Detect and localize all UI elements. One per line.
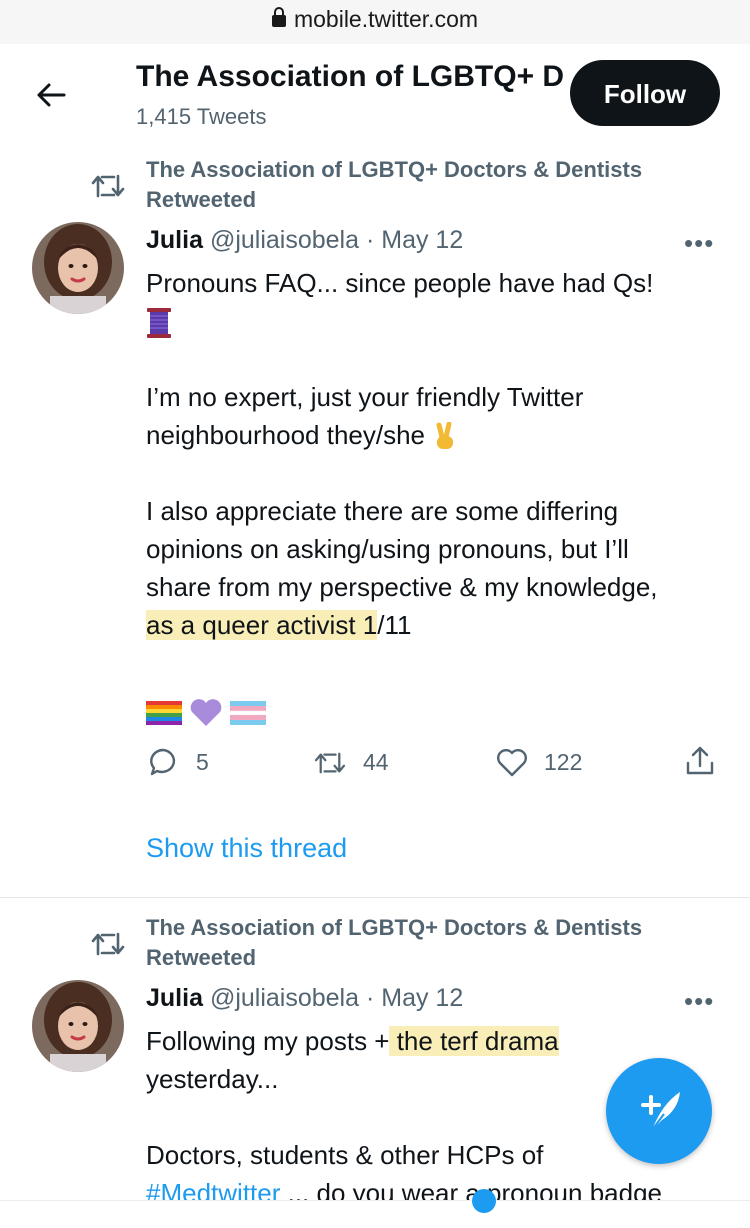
tweet-header: Julia @juliaisobela · May 12	[146, 984, 463, 1013]
highlighted-text: as a queer activist 1	[146, 610, 378, 640]
tweet-line: opinions on asking/using pronouns, but I…	[146, 534, 629, 564]
tweet-line: /11	[377, 610, 412, 640]
retweet-icon	[91, 932, 125, 956]
purple-heart-icon	[190, 699, 222, 727]
lock-icon	[271, 7, 286, 27]
tweet-line: Following my posts +	[146, 1026, 390, 1056]
tweet-date[interactable]: May 12	[381, 984, 463, 1012]
victory-hand-icon	[436, 422, 454, 450]
profile-title: The Association of LGBTQ+ D	[136, 60, 565, 93]
avatar[interactable]	[32, 222, 124, 314]
follow-button[interactable]: Follow	[570, 60, 720, 126]
show-thread-link[interactable]: Show this thread	[146, 833, 347, 864]
tweet-line: Pronouns FAQ... since people have had Qs…	[146, 268, 654, 298]
tweet-line: share from my perspective & my knowledge…	[146, 572, 658, 602]
tweet-line: I’m no expert, just your friendly Twitte…	[146, 382, 584, 412]
retweet-icon	[91, 174, 125, 198]
author-handle[interactable]: @juliaisobela	[210, 226, 359, 254]
tweet-header: Julia @juliaisobela · May 12	[146, 226, 463, 255]
divider	[0, 897, 750, 898]
retweet-count: 44	[363, 749, 389, 775]
author-name[interactable]: Julia	[146, 226, 203, 254]
share-icon[interactable]	[684, 745, 716, 777]
tweet-date[interactable]: May 12	[381, 226, 463, 254]
bottom-nav-bar	[0, 1189, 750, 1228]
tweet-line: I also appreciate there are some differi…	[146, 496, 619, 526]
back-arrow-icon[interactable]	[34, 78, 68, 112]
url-text: mobile.twitter.com	[293, 6, 479, 32]
like-count: 122	[544, 749, 583, 775]
notification-dot-icon	[472, 1189, 496, 1213]
transgender-flag-icon	[230, 701, 267, 726]
reply-icon[interactable]	[148, 747, 178, 777]
compose-tweet-icon	[641, 1092, 680, 1131]
rainbow-flag-icon	[146, 701, 182, 726]
separator: ·	[365, 984, 375, 1012]
author-handle[interactable]: @juliaisobela	[210, 984, 359, 1012]
browser-url-bar[interactable]: mobile.twitter.com	[0, 0, 750, 45]
retweet-action-icon[interactable]	[313, 750, 347, 776]
more-options-icon[interactable]: •••	[684, 228, 714, 259]
author-name[interactable]: Julia	[146, 984, 203, 1012]
avatar[interactable]	[32, 980, 124, 1072]
tweet-text: Pronouns FAQ... since people have had Qs…	[146, 264, 716, 740]
like-heart-icon[interactable]	[496, 748, 528, 778]
reply-count: 5	[196, 749, 209, 775]
retweeted-by-label[interactable]: The Association of LGBTQ+ Doctors & Dent…	[146, 913, 726, 973]
compose-tweet-button[interactable]	[606, 1058, 712, 1164]
retweeted-by-label[interactable]: The Association of LGBTQ+ Doctors & Dent…	[146, 155, 726, 215]
tweet-count: 1,415 Tweets	[136, 104, 267, 129]
separator: ·	[365, 226, 375, 254]
tweet-line: neighbourhood they/she	[146, 420, 426, 450]
highlighted-text: the terf drama	[389, 1026, 559, 1056]
more-options-icon[interactable]: •••	[684, 986, 714, 1017]
thread-spool-icon	[147, 308, 171, 339]
